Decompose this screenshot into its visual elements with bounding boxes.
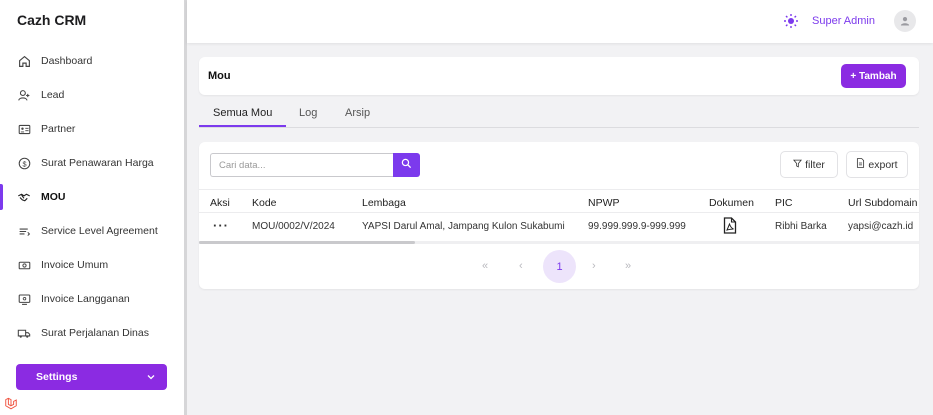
column-header-pic[interactable]: PIC (775, 197, 793, 209)
topbar: Super Admin (187, 0, 933, 43)
add-button[interactable]: + Tambah (841, 64, 906, 88)
sidebar-item-invoice-langganan[interactable]: Invoice Langganan (0, 282, 184, 316)
filter-label: filter (805, 158, 825, 171)
monitor-icon (17, 292, 31, 306)
tab-semua-mou[interactable]: Semua Mou (213, 107, 272, 119)
settings-label: Settings (36, 371, 78, 383)
user-name[interactable]: Super Admin (812, 15, 875, 27)
pdf-file-icon[interactable] (723, 217, 737, 234)
prev-page-button[interactable]: ‹ (519, 260, 523, 272)
sidebar-item-label: MOU (41, 191, 66, 203)
horizontal-scrollbar[interactable] (199, 241, 919, 244)
laravel-icon (4, 397, 18, 411)
more-actions-icon[interactable]: ··· (213, 218, 229, 233)
file-icon (856, 158, 865, 171)
svg-text:$: $ (22, 159, 26, 168)
sidebar-item-label: Partner (41, 123, 76, 135)
next-page-button[interactable]: › (592, 260, 596, 272)
last-page-button[interactable]: » (625, 260, 631, 272)
table-row: ··· MOU/0002/V/2024 YAPSI Darul Amal, Ja… (199, 214, 919, 240)
sidebar-item-invoice-umum[interactable]: Invoice Umum (0, 248, 184, 282)
page-header: Mou + Tambah (199, 57, 919, 95)
search-bar (210, 153, 420, 177)
sidebar-item-service-level-agreement[interactable]: Service Level Agreement (0, 214, 184, 248)
column-header-url-subdomain[interactable]: Url Subdomain (848, 197, 917, 209)
list-icon (17, 224, 31, 238)
money-icon (17, 258, 31, 272)
sidebar-item-label: Invoice Umum (41, 259, 109, 271)
user-icon[interactable] (894, 10, 916, 32)
sidebar-item-label: Surat Perjalanan Dinas (41, 327, 149, 339)
column-header-npwp[interactable]: NPWP (588, 197, 620, 209)
sidebar-item-label: Surat Penawaran Harga (41, 157, 154, 169)
user-plus-icon (17, 88, 31, 102)
sidebar-divider (184, 0, 187, 415)
sun-icon[interactable] (783, 13, 799, 29)
export-button[interactable]: export (846, 151, 908, 178)
home-icon (17, 54, 31, 68)
column-header-dokumen[interactable]: Dokumen (709, 197, 754, 209)
first-page-button[interactable]: « (482, 260, 488, 272)
sidebar-nav: Dashboard Lead Partner $ Surat Penawaran… (0, 44, 184, 350)
handshake-icon (17, 190, 31, 204)
search-input[interactable] (210, 153, 393, 177)
chevron-down-icon (147, 371, 155, 383)
dollar-circle-icon: $ (17, 156, 31, 170)
active-tab-indicator (199, 125, 286, 127)
sidebar-item-partner[interactable]: Partner (0, 112, 184, 146)
pagination: « ‹ 1 › » (199, 250, 919, 283)
table-header: Aksi Kode Lembaga NPWP Dokumen PIC Url S… (199, 189, 919, 213)
column-header-kode[interactable]: Kode (252, 197, 277, 209)
search-button[interactable] (393, 153, 420, 177)
export-label: export (868, 158, 898, 171)
sidebar-item-dashboard[interactable]: Dashboard (0, 44, 184, 78)
settings-button[interactable]: Settings (16, 364, 167, 390)
cell-npwp: 99.999.999.9-999.999 (588, 221, 686, 232)
tab-arsip[interactable]: Arsip (345, 107, 370, 119)
tab-log[interactable]: Log (299, 107, 317, 119)
page-1-button[interactable]: 1 (543, 250, 576, 283)
cell-pic: Ribhi Barka (775, 221, 827, 232)
cell-url-subdomain: yapsi@cazh.id (848, 221, 914, 232)
filter-icon (793, 159, 803, 171)
scrollbar-thumb[interactable] (199, 241, 415, 244)
tab-bar: Semua Mou Log Arsip (199, 101, 919, 128)
table-card: filter export Aksi Kode Lembaga NPWP Dok… (199, 142, 919, 289)
id-card-icon (17, 122, 31, 136)
cell-lembaga: YAPSI Darul Amal, Jampang Kulon Sukabumi (362, 221, 565, 232)
sidebar-item-surat-perjalanan-dinas[interactable]: Surat Perjalanan Dinas (0, 316, 184, 350)
sidebar-item-mou[interactable]: MOU (0, 180, 184, 214)
filter-button[interactable]: filter (780, 151, 838, 178)
column-header-lembaga[interactable]: Lembaga (362, 197, 406, 209)
sidebar-item-label: Dashboard (41, 55, 93, 67)
cell-kode: MOU/0002/V/2024 (252, 221, 335, 232)
truck-icon (17, 326, 31, 340)
sidebar-item-label: Lead (41, 89, 65, 101)
app-title: Cazh CRM (17, 12, 87, 28)
sidebar-item-lead[interactable]: Lead (0, 78, 184, 112)
sidebar-item-surat-penawaran-harga[interactable]: $ Surat Penawaran Harga (0, 146, 184, 180)
search-icon (401, 156, 412, 174)
page-title: Mou (208, 70, 231, 82)
sidebar: Cazh CRM Dashboard Lead Partner $ Surat … (0, 0, 184, 415)
column-header-aksi[interactable]: Aksi (210, 197, 230, 209)
sidebar-item-label: Service Level Agreement (41, 225, 158, 237)
sidebar-item-label: Invoice Langganan (41, 293, 130, 305)
